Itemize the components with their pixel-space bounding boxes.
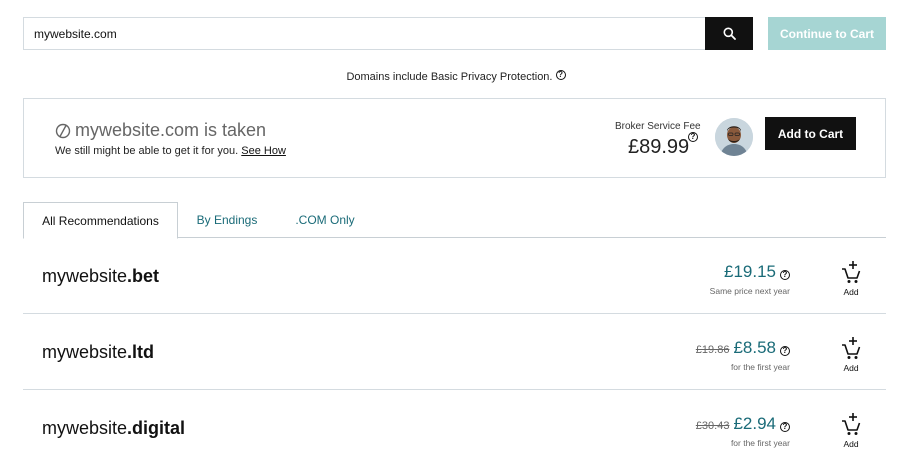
taken-title-text: mywebsite.com is taken [75, 120, 267, 140]
add-label: Add [843, 439, 859, 449]
domain-base: mywebsite [42, 342, 128, 362]
broker-fee-price: £89.99 [628, 136, 690, 158]
domain-name: mywebsite.digital [42, 418, 185, 439]
price-note: for the first year [730, 362, 790, 372]
add-label: Add [843, 287, 859, 297]
tab-com-only[interactable]: .COM Only [285, 202, 365, 238]
see-how-link[interactable]: See How [241, 145, 286, 157]
price-help-icon[interactable]: ? [780, 346, 790, 356]
add-domain-button[interactable]: Add [839, 412, 863, 449]
domain-result-row: mywebsite.bet £19.15 ? Same price next y… [23, 238, 886, 314]
domain-base: mywebsite [42, 418, 128, 438]
add-to-cart-icon [842, 413, 861, 435]
search-button[interactable] [705, 17, 753, 50]
add-to-cart-icon [842, 337, 861, 359]
taken-subtitle: We still might be able to get it for you… [55, 145, 286, 157]
price-note: Same price next year [709, 286, 790, 296]
current-price: £2.94 [733, 414, 776, 433]
price-help-icon[interactable]: ? [780, 422, 790, 432]
add-to-cart-icon [842, 261, 861, 283]
broker-avatar [715, 118, 753, 156]
original-price: £19.86 [695, 344, 730, 356]
broker-fee-label: Broker Service Fee [615, 121, 701, 132]
continue-to-cart-button[interactable]: Continue to Cart [768, 17, 886, 50]
add-to-cart-button[interactable]: Add to Cart [765, 117, 856, 150]
domain-name: mywebsite.ltd [42, 342, 154, 363]
add-domain-button[interactable]: Add [839, 260, 863, 297]
domain-name: mywebsite.bet [42, 266, 159, 287]
privacy-note-text: Domains include Basic Privacy Protection… [346, 71, 553, 83]
tab-by-endings[interactable]: By Endings [183, 202, 271, 238]
price-help-icon[interactable]: ? [780, 270, 790, 280]
recommendation-tabs: All Recommendations By Endings .COM Only [23, 202, 886, 239]
domain-taken-card: mywebsite.com is taken We still might be… [23, 98, 886, 178]
help-icon[interactable]: ? [555, 70, 566, 80]
domain-tld: .bet [127, 266, 160, 286]
original-price: £30.43 [695, 420, 730, 432]
broker-help-icon[interactable]: ? [688, 132, 698, 142]
search-icon [723, 27, 736, 40]
current-price: £8.58 [733, 338, 776, 357]
add-label: Add [843, 363, 859, 373]
price-block: £19.15 ? Same price next year [710, 262, 790, 296]
add-domain-button[interactable]: Add [839, 336, 863, 373]
taken-heading: mywebsite.com is taken [55, 120, 266, 141]
privacy-note: Domains include Basic Privacy Protection… [0, 70, 912, 83]
current-price: £19.15 [724, 262, 776, 281]
price-block: £30.43 £2.94 ? for the first year [696, 414, 790, 448]
tab-all-recommendations[interactable]: All Recommendations [23, 202, 178, 239]
unavailable-icon [55, 123, 71, 138]
price-note: for the first year [730, 438, 790, 448]
domain-base: mywebsite [42, 266, 128, 286]
domain-tld: .digital [127, 418, 186, 438]
domain-search-input[interactable] [23, 17, 705, 50]
price-block: £19.86 £8.58 ? for the first year [696, 338, 790, 372]
domain-tld: .ltd [127, 342, 155, 362]
search-bar: Continue to Cart [23, 17, 886, 50]
domain-result-row: mywebsite.digital £30.43 £2.94 ? for the… [23, 390, 886, 462]
domain-result-row: mywebsite.ltd £19.86 £8.58 ? for the fir… [23, 314, 886, 390]
taken-subtitle-text: We still might be able to get it for you… [55, 145, 239, 157]
